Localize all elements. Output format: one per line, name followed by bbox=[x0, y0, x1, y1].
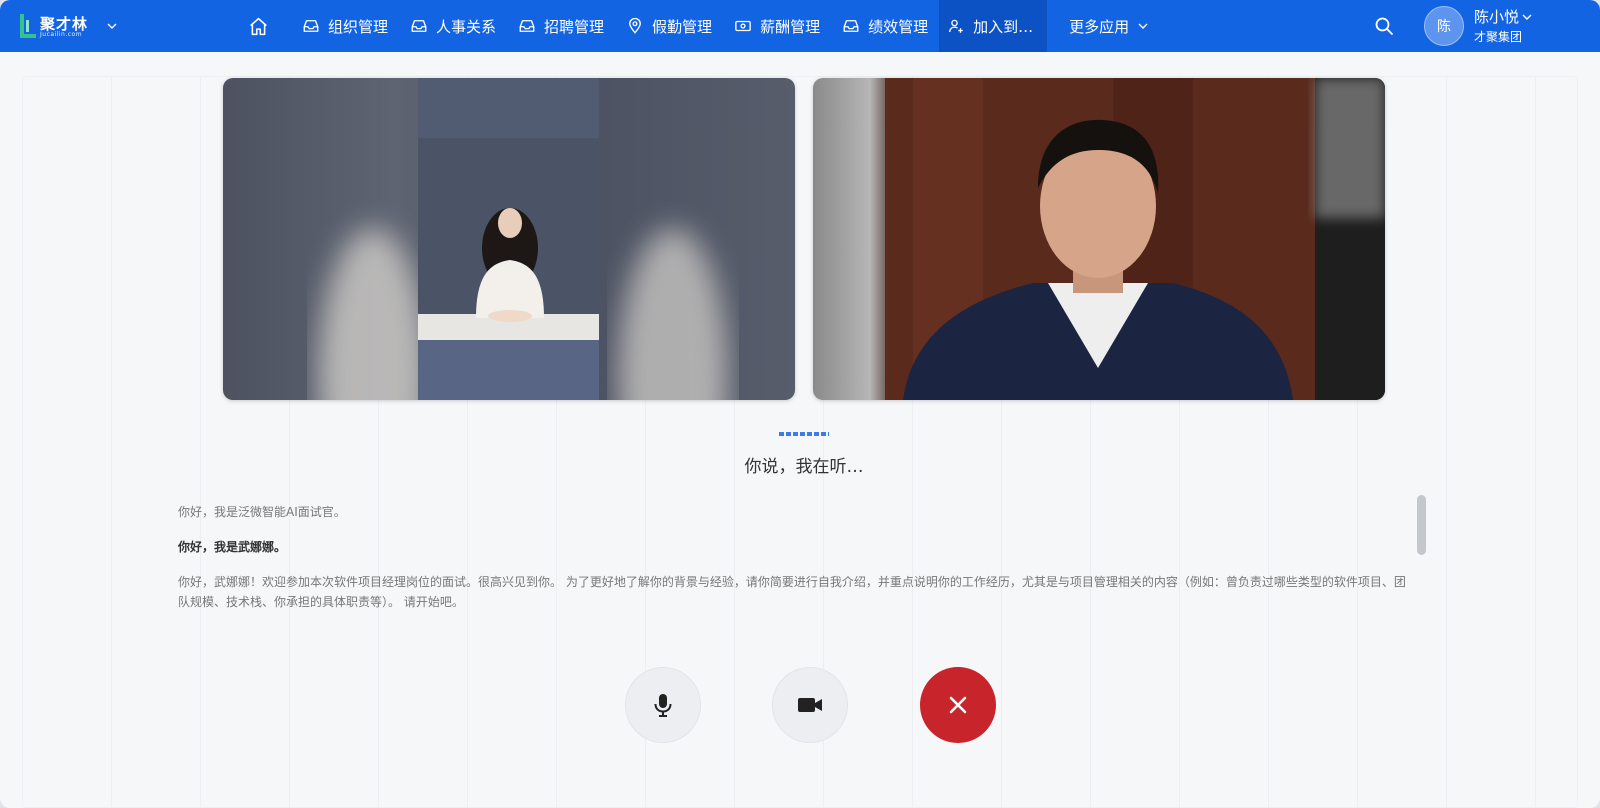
nav-item-label: 人事关系 bbox=[436, 17, 497, 36]
logo-mark-icon bbox=[20, 14, 36, 38]
candidate-image bbox=[885, 78, 1385, 400]
user-org: 才聚集团 bbox=[1474, 30, 1523, 44]
inbox-icon bbox=[411, 20, 427, 32]
end-interview-button[interactable] bbox=[920, 667, 996, 743]
chevron-down-icon bbox=[1138, 23, 1148, 29]
nav-item-label: 绩效管理 bbox=[868, 17, 929, 36]
candidate-video bbox=[813, 78, 1385, 400]
microphone-icon bbox=[654, 694, 672, 717]
nav-item-recruit[interactable]: 招聘管理 bbox=[507, 0, 615, 52]
transcript-message-user: 你好，我是武娜娜。 bbox=[178, 540, 287, 554]
money-icon bbox=[735, 20, 751, 32]
close-icon bbox=[949, 696, 967, 714]
user-add-icon bbox=[949, 19, 963, 33]
user-name: 陈小悦 bbox=[1474, 8, 1520, 26]
microphone-button[interactable] bbox=[625, 667, 701, 743]
transcript-scrollbar[interactable] bbox=[1417, 495, 1426, 555]
inbox-icon bbox=[519, 20, 535, 32]
nav-item-attendance[interactable]: 假勤管理 bbox=[615, 0, 723, 52]
transcript: 你好，我是泛微智能AI面试官。 你好，我是武娜娜。 你好，武娜娜！欢迎参加本次软… bbox=[178, 502, 1410, 624]
avatar[interactable]: 陈 bbox=[1424, 6, 1464, 46]
logo-subtext: Jucailin.com bbox=[40, 31, 83, 38]
nav-item-label: 组织管理 bbox=[328, 17, 389, 36]
ai-interviewer-video bbox=[223, 78, 795, 400]
nav-item-join[interactable]: 加入到… bbox=[939, 0, 1048, 52]
nav-item-label: 薪酬管理 bbox=[760, 17, 821, 36]
inbox-icon bbox=[843, 20, 859, 32]
nav-item-performance[interactable]: 绩效管理 bbox=[831, 0, 939, 52]
transcript-message-ai: 你好，我是泛微智能AI面试官。 bbox=[178, 505, 346, 519]
transcript-message-ai: 你好，武娜娜！欢迎参加本次软件项目经理岗位的面试。很高兴见到你。 为了更好地了解… bbox=[178, 575, 1406, 609]
inbox-icon bbox=[303, 20, 319, 32]
nav-more-apps[interactable]: 更多应用 bbox=[1047, 0, 1149, 52]
nav-more-label: 更多应用 bbox=[1069, 17, 1130, 36]
app-window: 聚才林 Jucailin.com 组织管理 人事关系 招聘管理 假勤管理 薪酬管… bbox=[0, 0, 1600, 808]
search-icon[interactable] bbox=[1374, 16, 1394, 36]
location-pin-icon bbox=[629, 17, 641, 34]
chevron-down-icon bbox=[1522, 14, 1532, 20]
video-camera-icon bbox=[798, 698, 822, 712]
nav-item-label: 招聘管理 bbox=[544, 17, 605, 36]
nav-item-payroll[interactable]: 薪酬管理 bbox=[723, 0, 831, 52]
nav-item-org[interactable]: 组织管理 bbox=[291, 0, 399, 52]
logo[interactable]: 聚才林 Jucailin.com bbox=[18, 10, 117, 42]
nav-item-label: 加入到… bbox=[973, 17, 1034, 36]
camera-button[interactable] bbox=[772, 667, 848, 743]
user-menu[interactable]: 陈小悦 bbox=[1474, 6, 1533, 27]
home-icon bbox=[250, 17, 267, 35]
top-nav-bar: 聚才林 Jucailin.com 组织管理 人事关系 招聘管理 假勤管理 薪酬管… bbox=[0, 0, 1600, 52]
listening-status: 你说，我在听… bbox=[744, 457, 864, 477]
interviewer-image bbox=[318, 78, 728, 400]
chevron-down-icon[interactable] bbox=[106, 20, 118, 32]
main-nav: 组织管理 人事关系 招聘管理 假勤管理 薪酬管理 绩效管理 加入到… 更多应用 bbox=[240, 0, 1149, 52]
nav-item-label: 假勤管理 bbox=[652, 17, 713, 36]
nav-home[interactable] bbox=[240, 0, 291, 52]
nav-item-hr[interactable]: 人事关系 bbox=[399, 0, 507, 52]
listening-indicator bbox=[779, 432, 829, 436]
